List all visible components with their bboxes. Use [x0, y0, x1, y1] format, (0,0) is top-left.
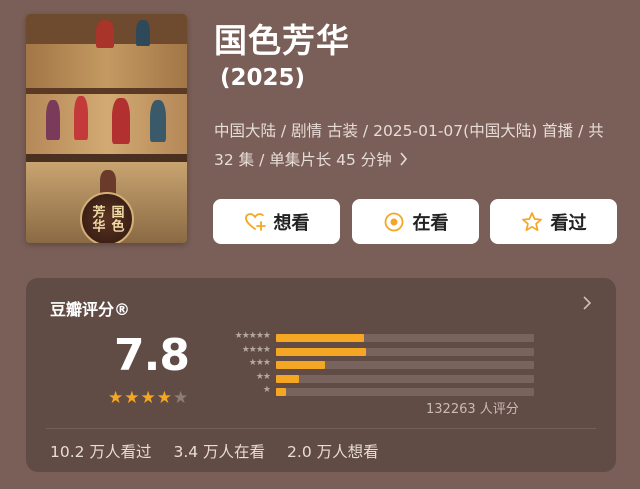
poster-upper-scene	[26, 44, 187, 88]
poster-figure	[96, 20, 114, 48]
star-outline-icon	[521, 211, 543, 233]
movie-year: (2025)	[220, 65, 306, 91]
watched-button[interactable]: 看过	[490, 199, 617, 244]
distribution-track	[276, 374, 534, 383]
watching-button[interactable]: 在看	[352, 199, 479, 244]
poster-figure	[136, 20, 150, 46]
chevron-right-icon	[394, 151, 408, 169]
watched-count[interactable]: 10.2 万人看过	[50, 440, 151, 462]
poster-railing	[26, 154, 187, 162]
poster-logo-seal: 国色 芳华	[79, 192, 134, 243]
movie-title: 国色芳华	[214, 21, 350, 60]
rating-stars: ★★★★★	[108, 388, 189, 408]
distribution-star-label: ★★★	[248, 358, 271, 368]
distribution-track	[276, 347, 534, 356]
movie-meta-text: 中国大陆 / 剧情 古装 / 2025-01-07(中国大陆) 首播 / 共 3…	[214, 122, 604, 169]
want-label: 想看	[273, 212, 310, 234]
distribution-star-label: ★★★★★	[234, 331, 271, 341]
distribution-bar	[276, 388, 287, 396]
want-count[interactable]: 2.0 万人想看	[287, 440, 379, 462]
watching-count[interactable]: 3.4 万人在看	[173, 440, 265, 462]
star-empty-icon: ★	[173, 388, 190, 408]
heart-plus-icon	[244, 211, 266, 233]
distribution-star-label: ★★★★	[241, 344, 271, 355]
audience-stats: 10.2 万人看过 3.4 万人在看 2.0 万人想看	[50, 440, 379, 462]
distribution-bar	[276, 347, 367, 356]
rating-score: 7.8	[114, 330, 190, 381]
want-button[interactable]: 想看	[213, 199, 340, 244]
distribution-bar	[276, 334, 364, 342]
rating-card[interactable]: 豆瓣评分® 7.8 ★★★★★ ★★★★★ ★★★★ ★★★ ★★ ★ 132263 人…	[26, 278, 616, 472]
poster-image[interactable]: 国色 芳华	[26, 14, 187, 243]
distribution-track	[276, 334, 534, 342]
star-filled-icon: ★	[156, 388, 173, 408]
movie-meta[interactable]: 中国大陆 / 剧情 古装 / 2025-01-07(中国大陆) 首播 / 共 3…	[214, 117, 624, 175]
distribution-star-label: ★★	[255, 371, 271, 382]
chevron-right-icon[interactable]	[582, 292, 592, 317]
watching-label: 在看	[412, 212, 449, 234]
distribution-star-label: ★	[262, 385, 271, 395]
target-icon	[383, 211, 405, 233]
star-filled-icon: ★	[124, 388, 141, 408]
poster-figure	[74, 96, 88, 140]
distribution-bar	[276, 374, 300, 383]
star-filled-icon: ★	[108, 388, 125, 408]
rating-label: 豆瓣评分®	[50, 300, 131, 319]
card-divider	[46, 428, 596, 429]
distribution-track	[276, 388, 534, 396]
distribution-bar	[276, 361, 326, 369]
distribution-track	[276, 361, 534, 369]
star-filled-icon: ★	[140, 388, 157, 408]
poster-figure	[150, 100, 166, 142]
poster-figure	[112, 98, 130, 144]
watched-label: 看过	[550, 212, 587, 234]
poster-figure	[46, 100, 60, 140]
rating-count[interactable]: 132263 人评分	[426, 398, 519, 417]
